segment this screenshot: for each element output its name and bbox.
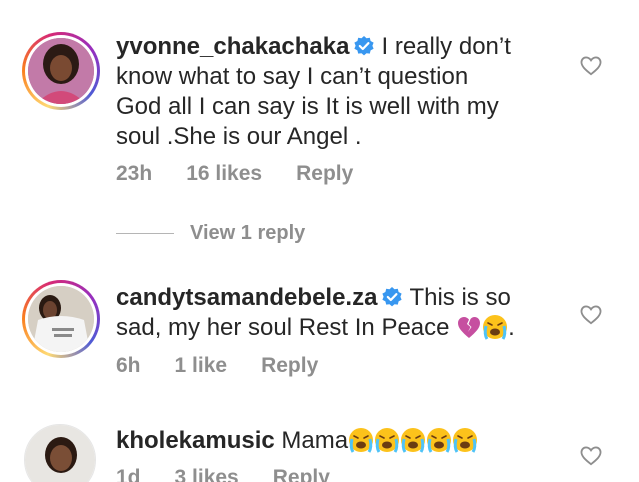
comment-username[interactable]: yvonne_chakachaka bbox=[116, 33, 349, 60]
reply-button[interactable]: Reply bbox=[273, 466, 330, 482]
loudly-crying-face-emoji bbox=[400, 427, 426, 453]
avatar[interactable] bbox=[24, 424, 96, 482]
comment-text: This is so bbox=[409, 284, 511, 311]
reply-button[interactable]: Reply bbox=[296, 162, 353, 186]
divider bbox=[116, 233, 174, 234]
comment-text: know what to say I can’t question bbox=[116, 63, 469, 90]
reply-button[interactable]: Reply bbox=[261, 354, 318, 378]
comment-likes[interactable]: 1 like bbox=[175, 354, 228, 378]
comment-time: 6h bbox=[116, 354, 141, 377]
comment-text: . bbox=[508, 314, 515, 341]
loudly-crying-face-emoji bbox=[348, 427, 374, 453]
comment-text: sad, my her soul Rest In Peace bbox=[116, 314, 450, 341]
woman-portrait-avatar bbox=[25, 425, 95, 482]
comment-likes[interactable]: 3 likes bbox=[175, 466, 239, 482]
woman-tshirt-avatar bbox=[28, 286, 94, 352]
heart-outline-icon[interactable] bbox=[580, 56, 602, 76]
loudly-crying-face-emoji bbox=[482, 314, 508, 340]
loudly-crying-face-emoji bbox=[452, 427, 478, 453]
woman-portrait-avatar bbox=[28, 38, 94, 104]
view-replies-button[interactable]: View 1 reply bbox=[116, 222, 305, 245]
heart-outline-icon[interactable] bbox=[580, 305, 602, 325]
comment-text: God all I can say is It is well with my bbox=[116, 93, 499, 120]
heart-outline-icon[interactable] bbox=[580, 446, 602, 466]
comment-likes[interactable]: 16 likes bbox=[186, 162, 262, 186]
comment-time: 1d bbox=[116, 466, 141, 482]
view-replies-label: View 1 reply bbox=[190, 222, 306, 244]
loudly-crying-face-emoji bbox=[374, 427, 400, 453]
comment-time: 23h bbox=[116, 162, 153, 185]
comment-text: Mama bbox=[281, 427, 349, 454]
comment-text: soul .She is our Angel . bbox=[116, 123, 362, 150]
comment-username[interactable]: kholekamusic bbox=[116, 427, 275, 454]
comment-username[interactable]: candytsamandebele.za bbox=[116, 284, 377, 311]
comment-text: I really don’t bbox=[381, 33, 511, 60]
avatar[interactable] bbox=[22, 32, 100, 110]
verified-badge-icon bbox=[381, 286, 403, 308]
avatar[interactable] bbox=[22, 280, 100, 358]
verified-badge-icon bbox=[353, 35, 375, 57]
loudly-crying-face-emoji bbox=[426, 427, 452, 453]
broken-heart-emoji bbox=[456, 314, 482, 340]
